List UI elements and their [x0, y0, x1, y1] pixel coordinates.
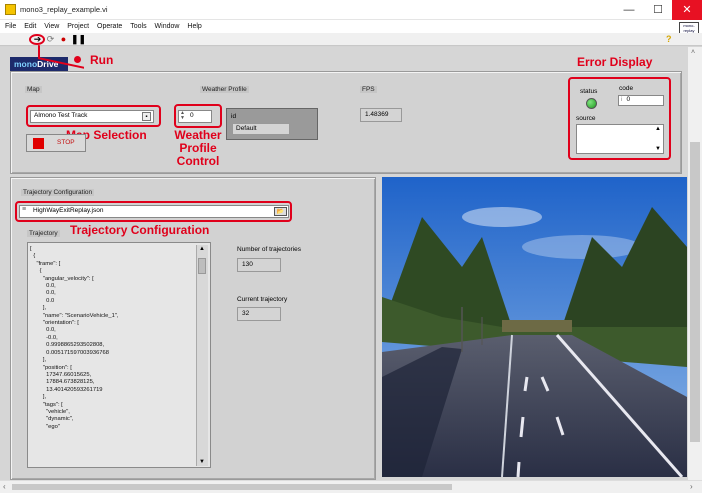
- trajectory-highlight: [15, 201, 292, 222]
- title-bar: mono3_replay_example.vi — ☐ ✕: [0, 0, 702, 20]
- weather-label: Weather Profile: [200, 86, 249, 93]
- horizontal-scrollbar[interactable]: ‹ ›: [0, 480, 702, 493]
- scroll-down-icon[interactable]: ▼: [199, 459, 205, 465]
- num-trajectories-label: Number of trajectories: [237, 246, 301, 253]
- status-label: status: [580, 88, 598, 95]
- toolbar: ➔ ⟳ ● ❚❚: [0, 33, 702, 46]
- scroll-up-icon[interactable]: ▲: [655, 126, 661, 132]
- maximize-button[interactable]: ☐: [643, 0, 673, 20]
- abort-icon[interactable]: ●: [58, 34, 69, 45]
- camera-view: [382, 177, 687, 477]
- id-label: id: [231, 113, 237, 120]
- fps-value: 1.48369: [360, 108, 402, 122]
- close-button[interactable]: ✕: [672, 0, 702, 20]
- run-continuously-icon[interactable]: ⟳: [45, 34, 56, 45]
- menu-help[interactable]: Help: [184, 20, 204, 33]
- scroll-left-icon[interactable]: ‹: [3, 482, 6, 491]
- run-pointer-dot: [74, 56, 81, 63]
- pause-icon[interactable]: ❚❚: [71, 34, 86, 45]
- scroll-up-icon[interactable]: ▲: [199, 246, 205, 252]
- window-title: mono3_replay_example.vi: [20, 5, 108, 14]
- trajectory-text-label: Trajectory: [27, 230, 60, 237]
- scroll-down-icon[interactable]: ▼: [655, 146, 661, 152]
- trajectory-json-text: [ { "frame": [ { "angular_velocity": [ 0…: [30, 246, 119, 430]
- minimize-button[interactable]: —: [614, 0, 644, 20]
- menu-edit[interactable]: Edit: [21, 20, 39, 33]
- menu-window[interactable]: Window: [152, 20, 183, 33]
- stop-icon: [33, 138, 44, 149]
- code-value: i0: [618, 95, 664, 106]
- scroll-thumb[interactable]: [12, 484, 452, 490]
- num-trajectories-value: 130: [237, 258, 281, 272]
- map-highlight: [26, 105, 161, 127]
- weather-id-cluster: id Default: [226, 108, 318, 140]
- scroll-thumb[interactable]: [690, 142, 700, 442]
- error-display-annotation: Error Display: [577, 55, 653, 69]
- menu-project[interactable]: Project: [64, 20, 92, 33]
- scroll-right-icon[interactable]: ›: [690, 482, 693, 491]
- menu-operate[interactable]: Operate: [94, 20, 125, 33]
- weather-annotation: Weather Profile Control: [174, 128, 222, 168]
- trajectory-config-label: Trajectory Configuration: [21, 189, 95, 196]
- stop-button[interactable]: STOP: [26, 134, 86, 152]
- id-value: Default: [232, 123, 290, 135]
- code-label: code: [619, 85, 634, 92]
- road-scene-image: [382, 177, 687, 477]
- weather-highlight: [174, 104, 222, 128]
- source-label: source: [576, 115, 596, 122]
- menu-view[interactable]: View: [41, 20, 62, 33]
- error-cluster: status code i0 source ▲ ▼: [568, 77, 671, 160]
- trajectory-annotation: Trajectory Configuration: [70, 223, 210, 237]
- source-text[interactable]: ▲ ▼: [576, 124, 664, 154]
- menu-file[interactable]: File: [2, 20, 19, 33]
- current-trajectory-label: Current trajectory: [237, 296, 288, 303]
- scroll-thumb[interactable]: [198, 258, 206, 274]
- fps-label: FPS: [360, 86, 377, 93]
- current-trajectory-value: 32: [237, 307, 281, 321]
- map-label: Map: [25, 86, 42, 93]
- status-led: [586, 98, 597, 109]
- vertical-scrollbar[interactable]: ˄: [688, 47, 702, 480]
- json-scrollbar[interactable]: ▲ ▼: [196, 245, 208, 466]
- context-help-icon[interactable]: ?: [666, 34, 672, 44]
- app-icon: [5, 4, 16, 15]
- menu-bar: File Edit View Project Operate Tools Win…: [0, 20, 702, 33]
- labview-window: mono3_replay_example.vi — ☐ ✕ File Edit …: [0, 0, 702, 493]
- run-annotation: Run: [90, 53, 114, 67]
- menu-tools[interactable]: Tools: [127, 20, 149, 33]
- run-highlight: [29, 34, 45, 45]
- scroll-up-icon[interactable]: ˄: [691, 49, 695, 56]
